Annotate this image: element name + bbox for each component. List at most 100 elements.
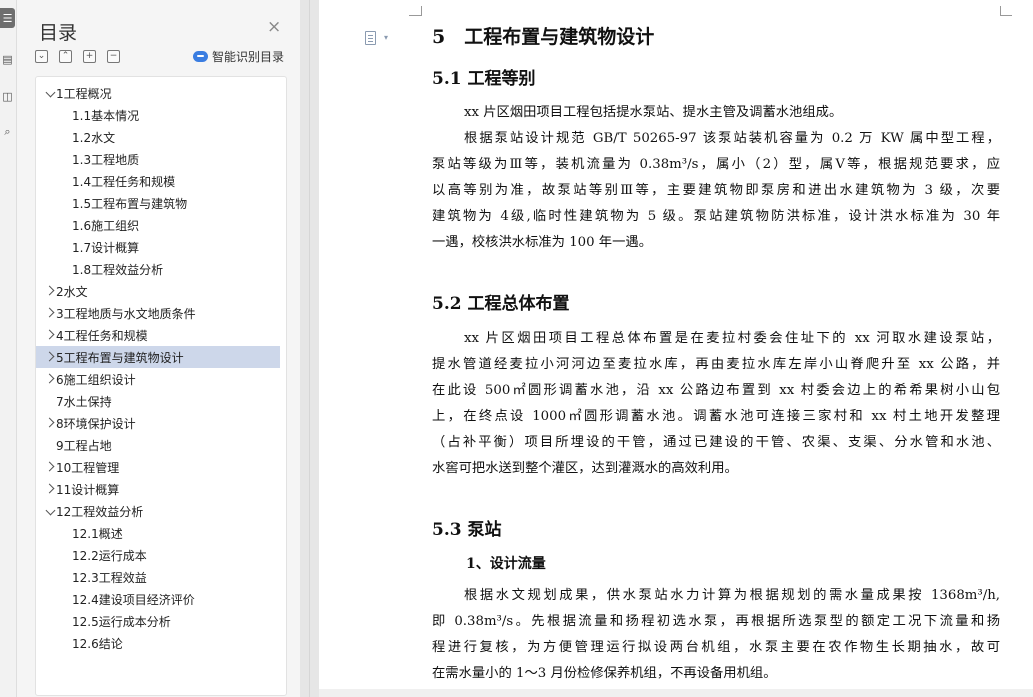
side-icon-rail: ☰ ▤ ◫ ⌕	[0, 0, 17, 697]
paragraph-line: 一遇，校核洪水标准为 100 年一遇。	[432, 235, 652, 250]
toc-item-label: 1.1基本情况	[72, 108, 140, 123]
toc-item[interactable]: 9工程占地	[36, 434, 280, 456]
close-icon[interactable]: ×	[267, 19, 281, 36]
toc-item-label: 1.6施工组织	[72, 218, 140, 233]
toc-item[interactable]: 1.2水文	[36, 126, 280, 148]
toc-item-label: 3工程地质与水文地质条件	[56, 306, 196, 321]
paragraph-line: xx 片区烟田项目工程包括提水泵站、提水主管及调蓄水池组成。	[464, 105, 843, 120]
chevron-right-icon[interactable]	[40, 461, 56, 473]
toc-item-label: 11设计概算	[56, 482, 120, 497]
toc-icon[interactable]: ☰	[0, 8, 15, 28]
toc-item[interactable]: 5工程布置与建筑物设计	[36, 346, 280, 368]
toc-item[interactable]: 1.5工程布置与建筑物	[36, 192, 280, 214]
expand-all-button[interactable]: +	[83, 50, 96, 63]
toc-item[interactable]: 1.8工程效益分析	[36, 258, 280, 280]
toc-item-label: 6施工组织设计	[56, 372, 136, 387]
toc-item-label: 1.3工程地质	[72, 152, 140, 167]
toc-item-label: 2水文	[56, 284, 88, 299]
bookmark-icon[interactable]: ▤	[0, 49, 15, 69]
heading-section-3: 5.3 泵站	[432, 520, 502, 540]
toc-item-label: 1工程概况	[56, 86, 112, 101]
chevron-right-icon[interactable]	[40, 285, 56, 297]
toc-item[interactable]: 3工程地质与水文地质条件	[36, 302, 280, 324]
chevron-right-icon[interactable]	[40, 373, 56, 385]
heading-section-2: 5.2 工程总体布置	[432, 294, 570, 314]
toc-item[interactable]: 12工程效益分析	[36, 500, 280, 522]
document-page: ▾ 5 工程布置与建筑物设计 5.1 工程等别 xx 片区烟田项目工程包括提水泵…	[319, 0, 1033, 697]
chevron-right-icon[interactable]	[40, 417, 56, 429]
paragraph-line: 根据水文规划成果，供水泵站水力计算为根据规划的需水量成果按 1368m³/h,	[464, 588, 1000, 603]
toc-item[interactable]: 1.6施工组织	[36, 214, 280, 236]
margin-mark	[421, 6, 422, 16]
toc-item-label: 12.3工程效益	[72, 570, 147, 585]
paragraph-line: xx 片区烟田项目工程总体布置是在麦拉村委会住址下的 xx 河取水建设泵站，	[464, 331, 1000, 346]
toc-item[interactable]: 12.2运行成本	[36, 544, 280, 566]
toc-item-label: 5工程布置与建筑物设计	[56, 350, 184, 365]
toc-item[interactable]: 12.1概述	[36, 522, 280, 544]
chevron-right-icon[interactable]	[40, 307, 56, 319]
toc-item-label: 12.6结论	[72, 636, 123, 651]
toc-item-label: 8环境保护设计	[56, 416, 136, 431]
toc-item-label: 1.2水文	[72, 130, 116, 145]
toc-item[interactable]: 12.6结论	[36, 632, 280, 654]
toc-item-label: 9工程占地	[56, 438, 112, 453]
chevron-down-icon[interactable]	[40, 505, 56, 517]
toc-item[interactable]: 7水土保持	[36, 390, 280, 412]
paragraph-line: 建筑物为 4级,临时性建筑物为 5 级。泵站建筑物防洪标准，设计洪水标准为 30…	[432, 209, 1000, 224]
panel-splitter[interactable]	[300, 0, 319, 697]
toc-item[interactable]: 1.4工程任务和规模	[36, 170, 280, 192]
toc-item[interactable]: 1工程概况	[36, 82, 280, 104]
toc-item[interactable]: 8环境保护设计	[36, 412, 280, 434]
chevron-down-icon[interactable]	[40, 87, 56, 99]
toc-item-label: 12工程效益分析	[56, 504, 144, 519]
toc-item[interactable]: 2水文	[36, 280, 280, 302]
collapse-all-button[interactable]: −	[107, 50, 120, 63]
toc-item[interactable]: 10工程管理	[36, 456, 280, 478]
toc-item[interactable]: 12.3工程效益	[36, 566, 280, 588]
chevron-down-icon[interactable]: ▾	[384, 33, 388, 42]
collapse-down-button[interactable]: ⌄	[35, 50, 48, 63]
paragraph-line: 水窖可把水送到整个灌区，达到灌溉水的高效利用。	[432, 461, 738, 476]
toc-item[interactable]: 1.1基本情况	[36, 104, 280, 126]
chevron-right-icon[interactable]	[40, 351, 56, 363]
paragraph-line: 泵站等级为Ⅲ等，装机流量为 0.38m³/s，属小（2）型，属Ⅴ等，根据规范要求…	[432, 157, 1000, 172]
paragraph-line: 即 0.38m³/s。先根据流量和扬程初选水泵，再根据所选泵型的额定工况下流量和…	[432, 614, 1000, 629]
margin-mark	[1000, 15, 1012, 16]
document-icon[interactable]	[365, 31, 376, 45]
chevron-right-icon[interactable]	[40, 483, 56, 495]
horizontal-scrollbar[interactable]	[319, 689, 1033, 697]
smart-toc-label: 智能识别目录	[212, 50, 285, 64]
smart-toc-button[interactable]: 智能识别目录	[193, 48, 284, 65]
chevron-right-icon[interactable]	[40, 329, 56, 341]
toc-item-label: 1.5工程布置与建筑物	[72, 196, 188, 211]
margin-mark	[409, 15, 421, 16]
wps-writer-window: ☰ ▤ ◫ ⌕ 目录 × ⌄ ⌃ + − 智能识别目录 1工程概况 1.1基本情况…	[0, 0, 1033, 697]
collapse-up-button[interactable]: ⌃	[59, 50, 72, 63]
paragraph-line: 程进行复核，为方便管理运行拟设两台机组，水泵主要在农作物生长期抽水，故可	[432, 640, 1000, 655]
toc-item-label: 1.7设计概算	[72, 240, 140, 255]
toc-item-label: 4工程任务和规模	[56, 328, 148, 343]
toc-item-label: 12.2运行成本	[72, 548, 147, 563]
paragraph-line: 提水管道经麦拉小河河边至麦拉水库，再由麦拉水库左岸小山脊爬升至 xx 公路，并	[432, 357, 1000, 372]
toc-item[interactable]: 1.7设计概算	[36, 236, 280, 258]
margin-mark	[1000, 6, 1001, 16]
toc-item[interactable]: 11设计概算	[36, 478, 280, 500]
paragraph-line: 上，在终点设 1000㎡圆形调蓄水池。调蓄水池可连接三家村和 xx 村土地开发整…	[432, 409, 1000, 424]
toc-item[interactable]: 12.5运行成本分析	[36, 610, 280, 632]
toc-item-label: 7水土保持	[56, 394, 112, 409]
toc-item[interactable]: 4工程任务和规模	[36, 324, 280, 346]
toc-panel: 目录 × ⌄ ⌃ + − 智能识别目录 1工程概况 1.1基本情况 1.2水文 1.3…	[17, 0, 300, 697]
toc-item-label: 12.4建设项目经济评价	[72, 592, 195, 607]
toc-item[interactable]: 1.3工程地质	[36, 148, 280, 170]
toc-item[interactable]: 6施工组织设计	[36, 368, 280, 390]
toc-item-label: 10工程管理	[56, 460, 120, 475]
toc-item-label: 12.5运行成本分析	[72, 614, 171, 629]
heading-chapter: 5 工程布置与建筑物设计	[432, 26, 655, 48]
search-icon[interactable]: ⌕	[0, 122, 15, 142]
comment-icon[interactable]: ◫	[0, 86, 15, 106]
paragraph-line: 在需水量小的 1～3 月份检修保养机组，不再设备用机组。	[432, 666, 777, 681]
toc-tree: 1工程概况 1.1基本情况 1.2水文 1.3工程地质 1.4工程任务和规模 1.5工程布…	[35, 76, 287, 696]
paragraph-line: 以高等别为准，故泵站等别Ⅲ等，主要建筑物即泵房和进出水建筑物为 3 级，次要	[432, 183, 1000, 198]
toc-item[interactable]: 12.4建设项目经济评价	[36, 588, 280, 610]
heading-section-1: 5.1 工程等别	[432, 69, 536, 89]
